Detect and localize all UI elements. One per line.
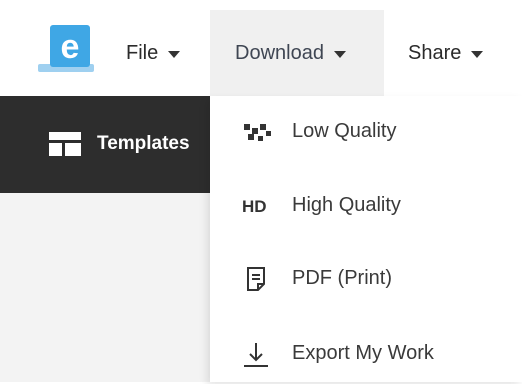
sidebar-item-label: Templates — [97, 133, 190, 154]
chevron-down-icon — [168, 50, 181, 58]
file-menu-label: File — [126, 41, 159, 64]
chevron-down-icon — [471, 50, 484, 58]
menu-item-pdf-print[interactable]: PDF (Print) — [210, 249, 522, 309]
menu-item-high-quality[interactable]: HD High Quality — [210, 176, 522, 236]
menu-item-label: Low Quality — [292, 120, 397, 142]
pdf-document-icon — [247, 267, 265, 291]
menu-item-label: PDF (Print) — [292, 267, 392, 289]
hd-icon-text: HD — [242, 197, 267, 216]
share-menu-label: Share — [408, 41, 462, 64]
chevron-down-icon — [333, 50, 346, 58]
menu-item-low-quality[interactable]: Low Quality — [210, 102, 522, 162]
share-menu-button[interactable]: Share — [408, 10, 484, 96]
menu-item-label: Export My Work — [292, 342, 434, 364]
sidebar-item-templates[interactable]: Templates — [0, 96, 210, 193]
file-menu-button[interactable]: File — [126, 10, 181, 96]
top-menu-bar: e File Download Share — [0, 0, 522, 96]
download-menu-button[interactable]: Download — [210, 10, 384, 96]
hd-icon: HD — [242, 194, 272, 220]
app-logo-icon[interactable]: e — [38, 25, 94, 77]
svg-text:e: e — [61, 28, 80, 66]
menu-item-export-my-work[interactable]: Export My Work — [210, 324, 522, 384]
templates-icon — [49, 132, 81, 156]
download-menu-label: Download — [235, 41, 324, 64]
download-arrow-icon — [244, 343, 268, 367]
menu-item-label: High Quality — [292, 194, 401, 216]
download-dropdown-menu: Low Quality HD High Quality PDF (Print) … — [210, 96, 522, 382]
pixel-icon — [244, 124, 271, 141]
